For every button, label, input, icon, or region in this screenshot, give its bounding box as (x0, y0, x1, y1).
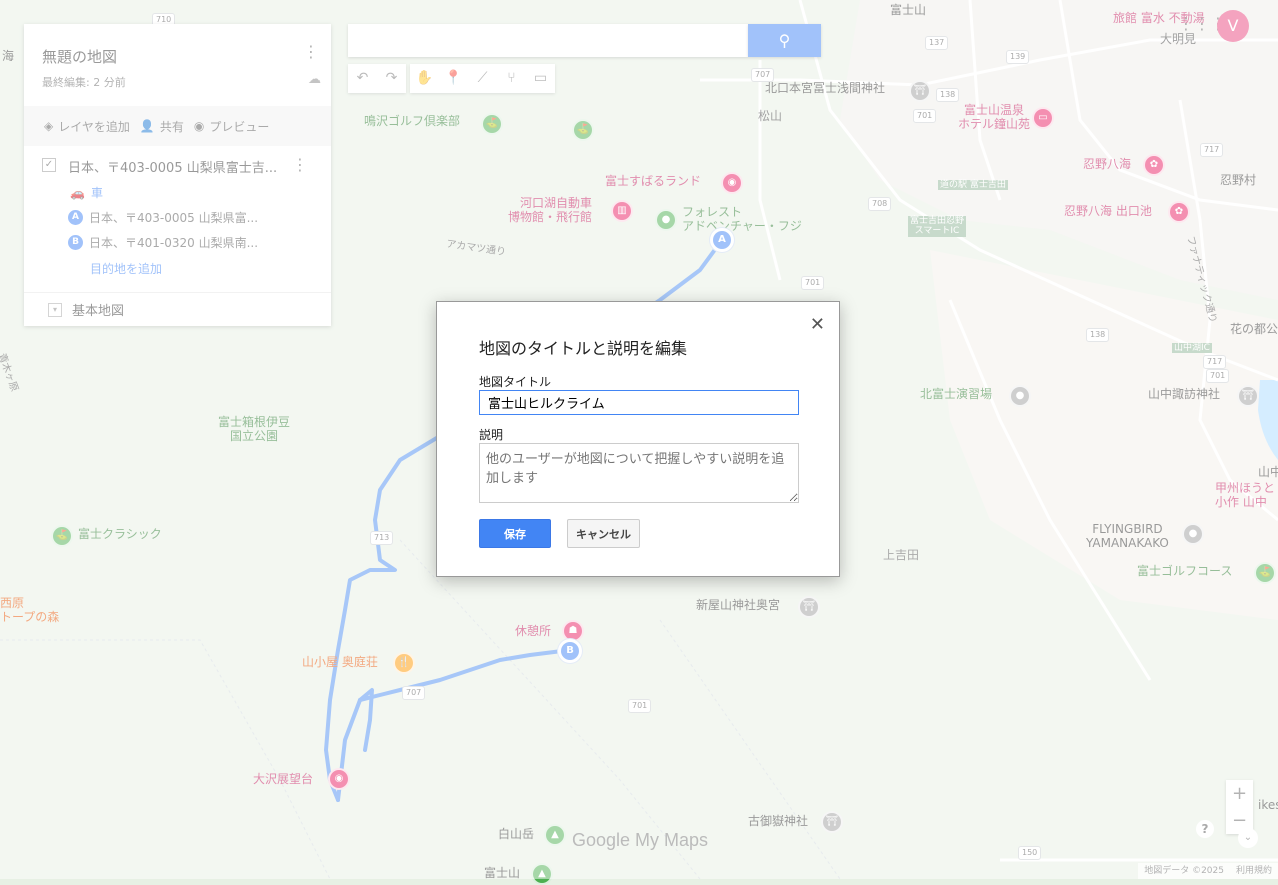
map-title-input[interactable] (479, 390, 799, 415)
dialog-title: 地図のタイトルと説明を編集 (479, 339, 688, 358)
description-textarea[interactable] (479, 443, 799, 503)
cancel-button[interactable]: キャンセル (567, 519, 640, 548)
description-label: 説明 (479, 428, 504, 442)
map-title-label: 地図タイトル (479, 375, 552, 389)
edit-title-dialog: ✕ 地図のタイトルと説明を編集 地図タイトル 説明 保存 キャンセル (436, 301, 840, 577)
save-button[interactable]: 保存 (479, 519, 551, 548)
close-icon[interactable]: ✕ (810, 314, 825, 335)
